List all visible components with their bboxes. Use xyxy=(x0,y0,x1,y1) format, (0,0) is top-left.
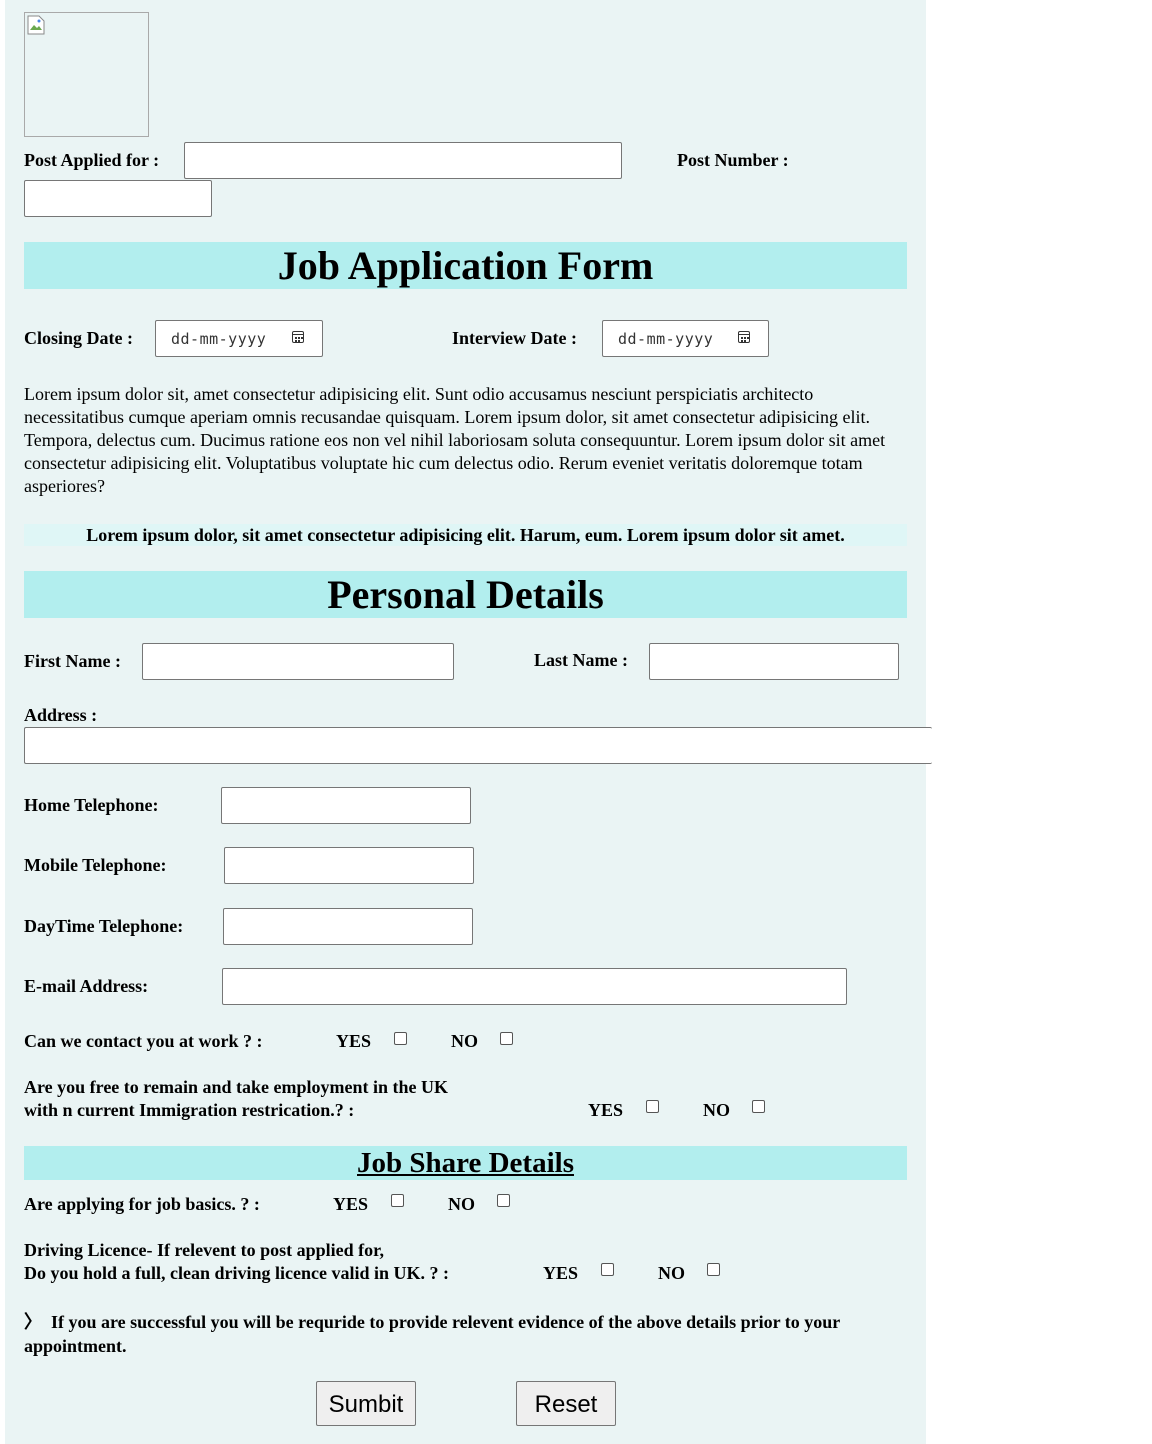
post-number-label: Post Number : xyxy=(677,150,789,170)
reset-button[interactable]: Reset xyxy=(516,1381,616,1426)
calendar-icon[interactable] xyxy=(738,331,750,343)
post-applied-input[interactable] xyxy=(184,142,622,179)
contact-work-yes-label: YES xyxy=(336,1031,372,1051)
interview-date-input[interactable]: dd-mm-yyyy xyxy=(602,320,769,357)
submit-button[interactable]: Sumbit xyxy=(316,1381,416,1426)
uk-employment-question-line1: Are you free to remain and take employme… xyxy=(24,1077,448,1097)
contact-at-work-question: Can we contact you at work ? : xyxy=(24,1031,263,1051)
job-basics-no-checkbox[interactable] xyxy=(497,1194,510,1207)
last-name-label: Last Name : xyxy=(534,650,628,670)
evidence-note-text: If you are successful you will be requri… xyxy=(24,1312,840,1356)
post-number-input[interactable] xyxy=(24,180,212,217)
interview-date-placeholder: dd-mm-yyyy xyxy=(618,330,714,348)
uk-employment-yes-checkbox[interactable] xyxy=(646,1100,659,1113)
email-label: E-mail Address: xyxy=(24,976,149,996)
contact-work-no-label: NO xyxy=(451,1031,478,1051)
last-name-input[interactable] xyxy=(649,643,899,680)
home-telephone-label: Home Telephone: xyxy=(24,795,159,815)
closing-date-input[interactable]: dd-mm-yyyy xyxy=(155,320,323,357)
logo-image xyxy=(24,12,149,137)
job-basics-yes-label: YES xyxy=(333,1194,369,1214)
address-input[interactable] xyxy=(24,727,932,764)
calendar-icon[interactable] xyxy=(292,331,304,343)
post-applied-label: Post Applied for : xyxy=(24,150,160,170)
driving-licence-question-line2: Do you hold a full, clean driving licenc… xyxy=(24,1263,450,1283)
mobile-telephone-label: Mobile Telephone: xyxy=(24,855,167,875)
intro-paragraph: Lorem ipsum dolor sit, amet consectetur … xyxy=(24,384,886,496)
email-input[interactable] xyxy=(222,968,847,1005)
driving-licence-no-label: NO xyxy=(658,1263,685,1283)
contact-work-yes-checkbox[interactable] xyxy=(394,1032,407,1045)
first-name-label: First Name : xyxy=(24,651,121,671)
personal-details-title: Personal Details xyxy=(24,571,907,618)
form-title: Job Application Form xyxy=(24,242,907,289)
interview-date-label: Interview Date : xyxy=(452,328,577,348)
closing-date-placeholder: dd-mm-yyyy xyxy=(171,330,267,348)
daytime-telephone-label: DayTime Telephone: xyxy=(24,916,184,936)
job-share-title: Job Share Details xyxy=(24,1146,907,1180)
driving-licence-yes-label: YES xyxy=(543,1263,579,1283)
first-name-input[interactable] xyxy=(142,643,454,680)
daytime-telephone-input[interactable] xyxy=(223,908,473,945)
job-basics-question: Are applying for job basics. ? : xyxy=(24,1194,260,1214)
uk-employment-no-label: NO xyxy=(703,1100,730,1120)
uk-employment-yes-label: YES xyxy=(588,1100,624,1120)
uk-employment-question-line2: with n current Immigration restrication.… xyxy=(24,1100,355,1120)
job-basics-yes-checkbox[interactable] xyxy=(391,1194,404,1207)
evidence-note: 〉 If you are successful you will be requ… xyxy=(24,1310,907,1358)
broken-image-icon xyxy=(27,15,45,35)
home-telephone-input[interactable] xyxy=(221,787,471,824)
driving-licence-no-checkbox[interactable] xyxy=(707,1263,720,1276)
mobile-telephone-input[interactable] xyxy=(224,847,474,884)
closing-date-label: Closing Date : xyxy=(24,328,133,348)
driving-licence-question-line1: Driving Licence- If relevent to post app… xyxy=(24,1240,384,1260)
notice-text: Lorem ipsum dolor, sit amet consectetur … xyxy=(24,524,907,546)
address-label: Address : xyxy=(24,705,98,725)
job-basics-no-label: NO xyxy=(448,1194,475,1214)
angle-right-icon: 〉 xyxy=(24,1312,42,1332)
uk-employment-no-checkbox[interactable] xyxy=(752,1100,765,1113)
driving-licence-yes-checkbox[interactable] xyxy=(601,1263,614,1276)
contact-work-no-checkbox[interactable] xyxy=(500,1032,513,1045)
